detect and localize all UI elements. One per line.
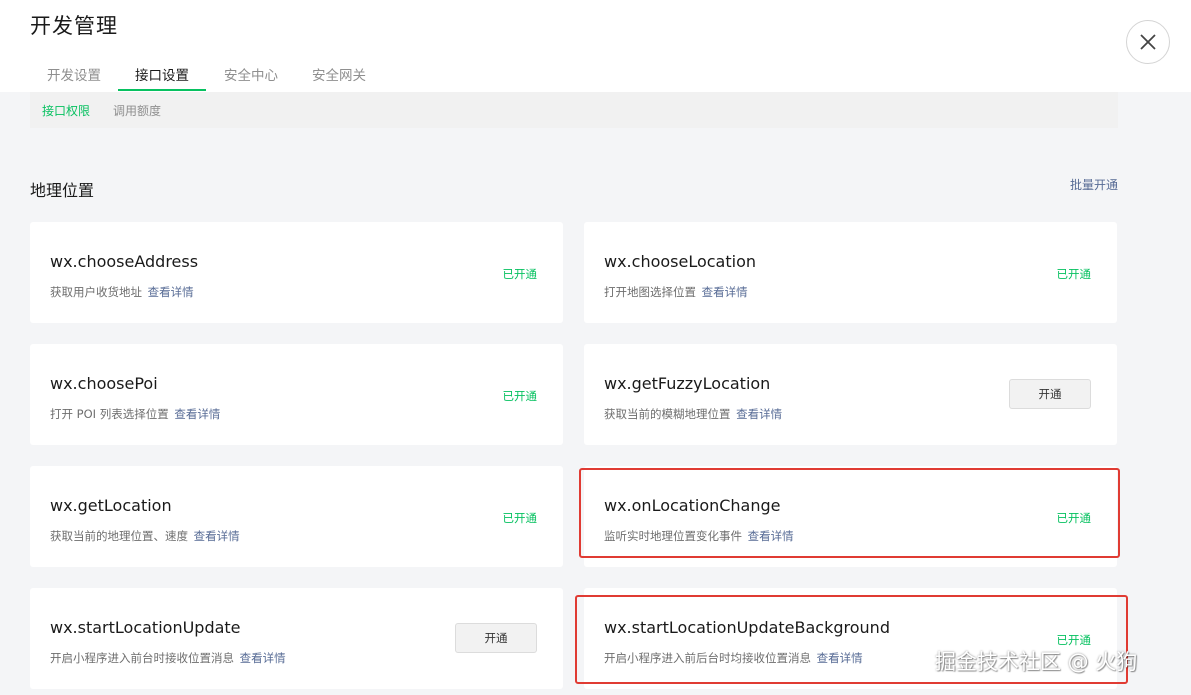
api-card: wx.getFuzzyLocation 获取当前的模糊地理位置 查看详情 开通 xyxy=(584,344,1117,445)
subtab-call-quota[interactable]: 调用额度 xyxy=(113,102,161,119)
api-desc-text: 获取当前的模糊地理位置 xyxy=(604,407,731,421)
subtab-api-permissions[interactable]: 接口权限 xyxy=(42,102,90,119)
api-name: wx.chooseLocation xyxy=(604,252,757,271)
tab-security-center[interactable]: 安全中心 xyxy=(224,64,278,84)
api-card: wx.getLocation 获取当前的地理位置、速度 查看详情 已开通 xyxy=(30,466,563,567)
api-card: wx.chooseAddress 获取用户收货地址 查看详情 已开通 xyxy=(30,222,563,323)
close-icon xyxy=(1140,34,1156,50)
tab-bar: 开发设置 接口设置 安全中心 安全网关 xyxy=(30,56,1118,93)
page-title: 开发管理 xyxy=(30,14,118,38)
active-tab-indicator xyxy=(118,89,206,91)
api-desc-text: 开启小程序进入前台时接收位置消息 xyxy=(50,651,234,665)
section-title: 地理位置 xyxy=(30,181,95,200)
batch-enable-link[interactable]: 批量开通 xyxy=(1070,176,1118,193)
api-desc-text: 获取用户收货地址 xyxy=(50,285,142,299)
api-description: 打开 POI 列表选择位置 查看详情 xyxy=(50,406,220,422)
api-description: 获取当前的地理位置、速度 查看详情 xyxy=(50,528,240,544)
api-name: wx.startLocationUpdate xyxy=(50,618,241,637)
api-desc-text: 打开地图选择位置 xyxy=(604,285,696,299)
api-description: 打开地图选择位置 查看详情 xyxy=(604,284,748,300)
api-name: wx.choosePoi xyxy=(50,374,158,393)
api-name: wx.getLocation xyxy=(50,496,172,515)
api-card: wx.startLocationUpdate 开启小程序进入前台时接收位置消息 … xyxy=(30,588,563,689)
status-badge: 已开通 xyxy=(502,389,538,403)
watermark: 掘金技术社区 @ 火狗 xyxy=(935,650,1138,674)
api-name: wx.onLocationChange xyxy=(604,496,781,515)
close-button[interactable] xyxy=(1126,20,1170,64)
api-desc-text: 打开 POI 列表选择位置 xyxy=(50,407,169,421)
api-card: wx.choosePoi 打开 POI 列表选择位置 查看详情 已开通 xyxy=(30,344,563,445)
api-name: wx.chooseAddress xyxy=(50,252,199,271)
view-details-link[interactable]: 查看详情 xyxy=(174,407,220,421)
api-description: 开启小程序进入前台时接收位置消息 查看详情 xyxy=(50,650,286,666)
subtab-bar: 接口权限 调用额度 xyxy=(30,92,1118,128)
tab-security-gateway[interactable]: 安全网关 xyxy=(312,64,366,84)
api-desc-text: 开启小程序进入前后台时均接收位置消息 xyxy=(604,651,811,665)
view-details-link[interactable]: 查看详情 xyxy=(148,285,194,299)
view-details-link[interactable]: 查看详情 xyxy=(240,651,286,665)
view-details-link[interactable]: 查看详情 xyxy=(748,529,794,543)
api-card: wx.chooseLocation 打开地图选择位置 查看详情 已开通 xyxy=(584,222,1117,323)
enable-button[interactable]: 开通 xyxy=(455,623,537,653)
status-badge: 已开通 xyxy=(502,267,538,281)
api-card: wx.onLocationChange 监听实时地理位置变化事件 查看详情 已开… xyxy=(584,466,1117,567)
api-name: wx.startLocationUpdateBackground xyxy=(604,618,890,637)
api-desc-text: 监听实时地理位置变化事件 xyxy=(604,529,742,543)
api-description: 开启小程序进入前后台时均接收位置消息 查看详情 xyxy=(604,650,863,666)
api-description: 监听实时地理位置变化事件 查看详情 xyxy=(604,528,794,544)
api-name: wx.getFuzzyLocation xyxy=(604,374,771,393)
enable-button[interactable]: 开通 xyxy=(1009,379,1091,409)
tab-api-settings[interactable]: 接口设置 xyxy=(135,64,189,84)
api-desc-text: 获取当前的地理位置、速度 xyxy=(50,529,188,543)
status-badge: 已开通 xyxy=(1056,511,1092,525)
view-details-link[interactable]: 查看详情 xyxy=(194,529,240,543)
view-details-link[interactable]: 查看详情 xyxy=(817,651,863,665)
view-details-link[interactable]: 查看详情 xyxy=(736,407,782,421)
status-badge: 已开通 xyxy=(502,511,538,525)
api-description: 获取当前的模糊地理位置 查看详情 xyxy=(604,406,782,422)
tab-dev-settings[interactable]: 开发设置 xyxy=(47,64,101,84)
api-description: 获取用户收货地址 查看详情 xyxy=(50,284,194,300)
status-badge: 已开通 xyxy=(1056,267,1092,281)
view-details-link[interactable]: 查看详情 xyxy=(702,285,748,299)
